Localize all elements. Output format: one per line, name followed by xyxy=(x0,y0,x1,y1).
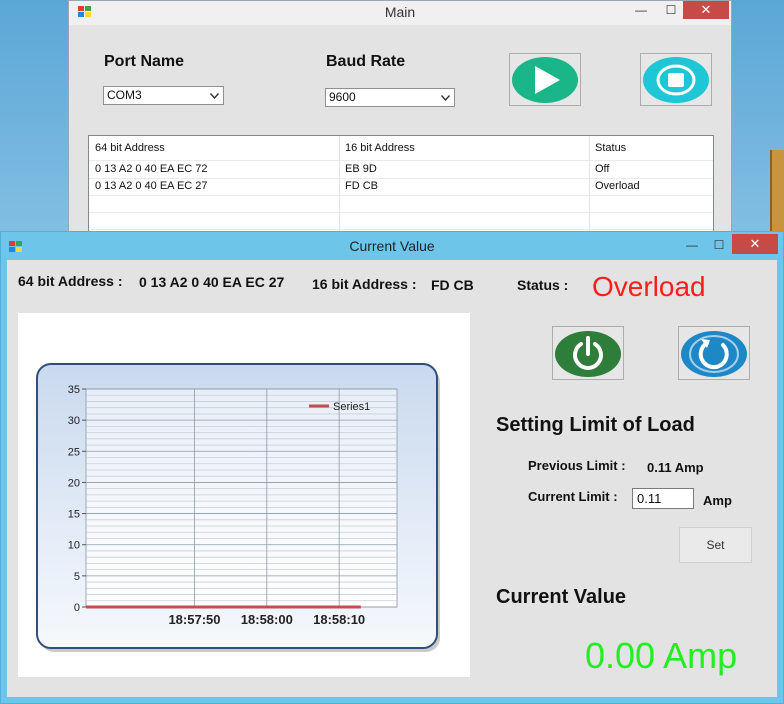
chevron-down-icon xyxy=(210,93,219,99)
cell-64bit-address: 0 13 A2 0 40 EA EC 72 xyxy=(95,163,208,175)
current-value-readout: 0.00 Amp xyxy=(585,635,738,676)
listview-header: 64 bit Address 16 bit Address Status xyxy=(89,140,713,157)
close-button[interactable]: ✕ xyxy=(683,1,729,19)
current-value-titlebar[interactable]: Current Value — ☐ ✕ xyxy=(1,232,783,260)
previous-limit-value: 0.11 Amp xyxy=(647,460,704,475)
previous-limit-label: Previous Limit : xyxy=(528,458,626,473)
cell-64bit-address: 0 13 A2 0 40 EA EC 27 xyxy=(95,180,208,192)
y-tick-label: 10 xyxy=(68,540,80,552)
cell-status: Off xyxy=(595,163,610,175)
port-name-combobox[interactable]: COM3 xyxy=(103,86,224,105)
reset-button[interactable] xyxy=(678,326,750,380)
baud-rate-label: Baud Rate xyxy=(326,53,406,70)
table-row[interactable]: 0 13 A2 0 40 EA EC 72 EB 9D Off xyxy=(89,161,713,178)
main-titlebar[interactable]: Main — ☐ ✕ xyxy=(69,1,731,25)
stop-icon xyxy=(643,57,709,103)
y-tick-label: 35 xyxy=(68,384,80,396)
table-row[interactable]: 0 13 A2 0 40 EA EC 27 FD CB Overload xyxy=(89,178,713,195)
port-name-value: COM3 xyxy=(107,88,142,102)
limit-heading: Setting Limit of Load xyxy=(496,414,695,436)
current-limit-unit: Amp xyxy=(703,493,732,508)
y-tick-label: 0 xyxy=(74,602,80,614)
current-value-window-title: Current Value xyxy=(349,238,435,254)
port-name-label: Port Name xyxy=(104,53,185,70)
y-tick-label: 30 xyxy=(68,415,80,427)
close-button[interactable]: ✕ xyxy=(732,234,778,254)
current-value-heading: Current Value xyxy=(496,586,627,608)
start-button[interactable] xyxy=(509,53,581,106)
power-icon xyxy=(555,331,621,377)
main-window: Main — ☐ ✕ Port Name COM3 Baud Rate 9600… xyxy=(68,0,732,241)
addr64-value: 0 13 A2 0 40 EA EC 27 xyxy=(139,274,285,290)
baud-rate-combobox[interactable]: 9600 xyxy=(325,88,455,107)
current-chart-panel: 0 5 10 15 20 25 30 35 18:57:50 18:58:00 18:58:10 S… xyxy=(18,313,470,677)
y-tick-label: 25 xyxy=(68,446,80,458)
refresh-icon xyxy=(681,331,747,377)
x-tick-label: 18:57:50 xyxy=(168,612,220,627)
addr16-label: 16 bit Address : xyxy=(312,276,417,292)
minimize-button[interactable]: — xyxy=(625,1,657,21)
current-chart: 0 5 10 15 20 25 30 35 18:57:50 18:58:00 18:58:10 S… xyxy=(36,363,440,652)
maximize-button[interactable]: ☐ xyxy=(703,236,735,256)
status-value: Overload xyxy=(592,271,706,302)
column-header-16bit[interactable]: 16 bit Address xyxy=(339,140,589,157)
y-tick-label: 15 xyxy=(68,509,80,521)
legend-label: Series1 xyxy=(333,401,370,413)
play-icon xyxy=(512,57,578,103)
y-tick-label: 5 xyxy=(74,571,80,583)
addr64-label: 64 bit Address : xyxy=(18,273,123,289)
cell-16bit-address: FD CB xyxy=(345,180,378,192)
status-label: Status : xyxy=(517,277,569,293)
column-header-status[interactable]: Status xyxy=(589,140,709,157)
baud-rate-value: 9600 xyxy=(329,90,356,104)
device-listview[interactable]: 64 bit Address 16 bit Address Status 0 1… xyxy=(88,135,714,241)
chevron-down-icon xyxy=(441,95,450,101)
x-tick-label: 18:58:10 xyxy=(313,612,365,627)
current-limit-input[interactable] xyxy=(632,488,694,509)
current-value-window: Current Value — ☐ ✕ 64 bit Address : 0 1… xyxy=(0,231,784,704)
current-limit-label: Current Limit : xyxy=(528,489,618,504)
power-button[interactable] xyxy=(552,326,624,380)
y-tick-label: 20 xyxy=(68,477,80,489)
set-button[interactable]: Set xyxy=(679,527,752,563)
addr16-value: FD CB xyxy=(431,277,474,293)
cell-16bit-address: EB 9D xyxy=(345,163,377,175)
column-header-64bit[interactable]: 64 bit Address xyxy=(89,140,339,157)
cell-status: Overload xyxy=(595,180,640,192)
stop-button[interactable] xyxy=(640,53,712,106)
x-tick-label: 18:58:00 xyxy=(241,612,293,627)
